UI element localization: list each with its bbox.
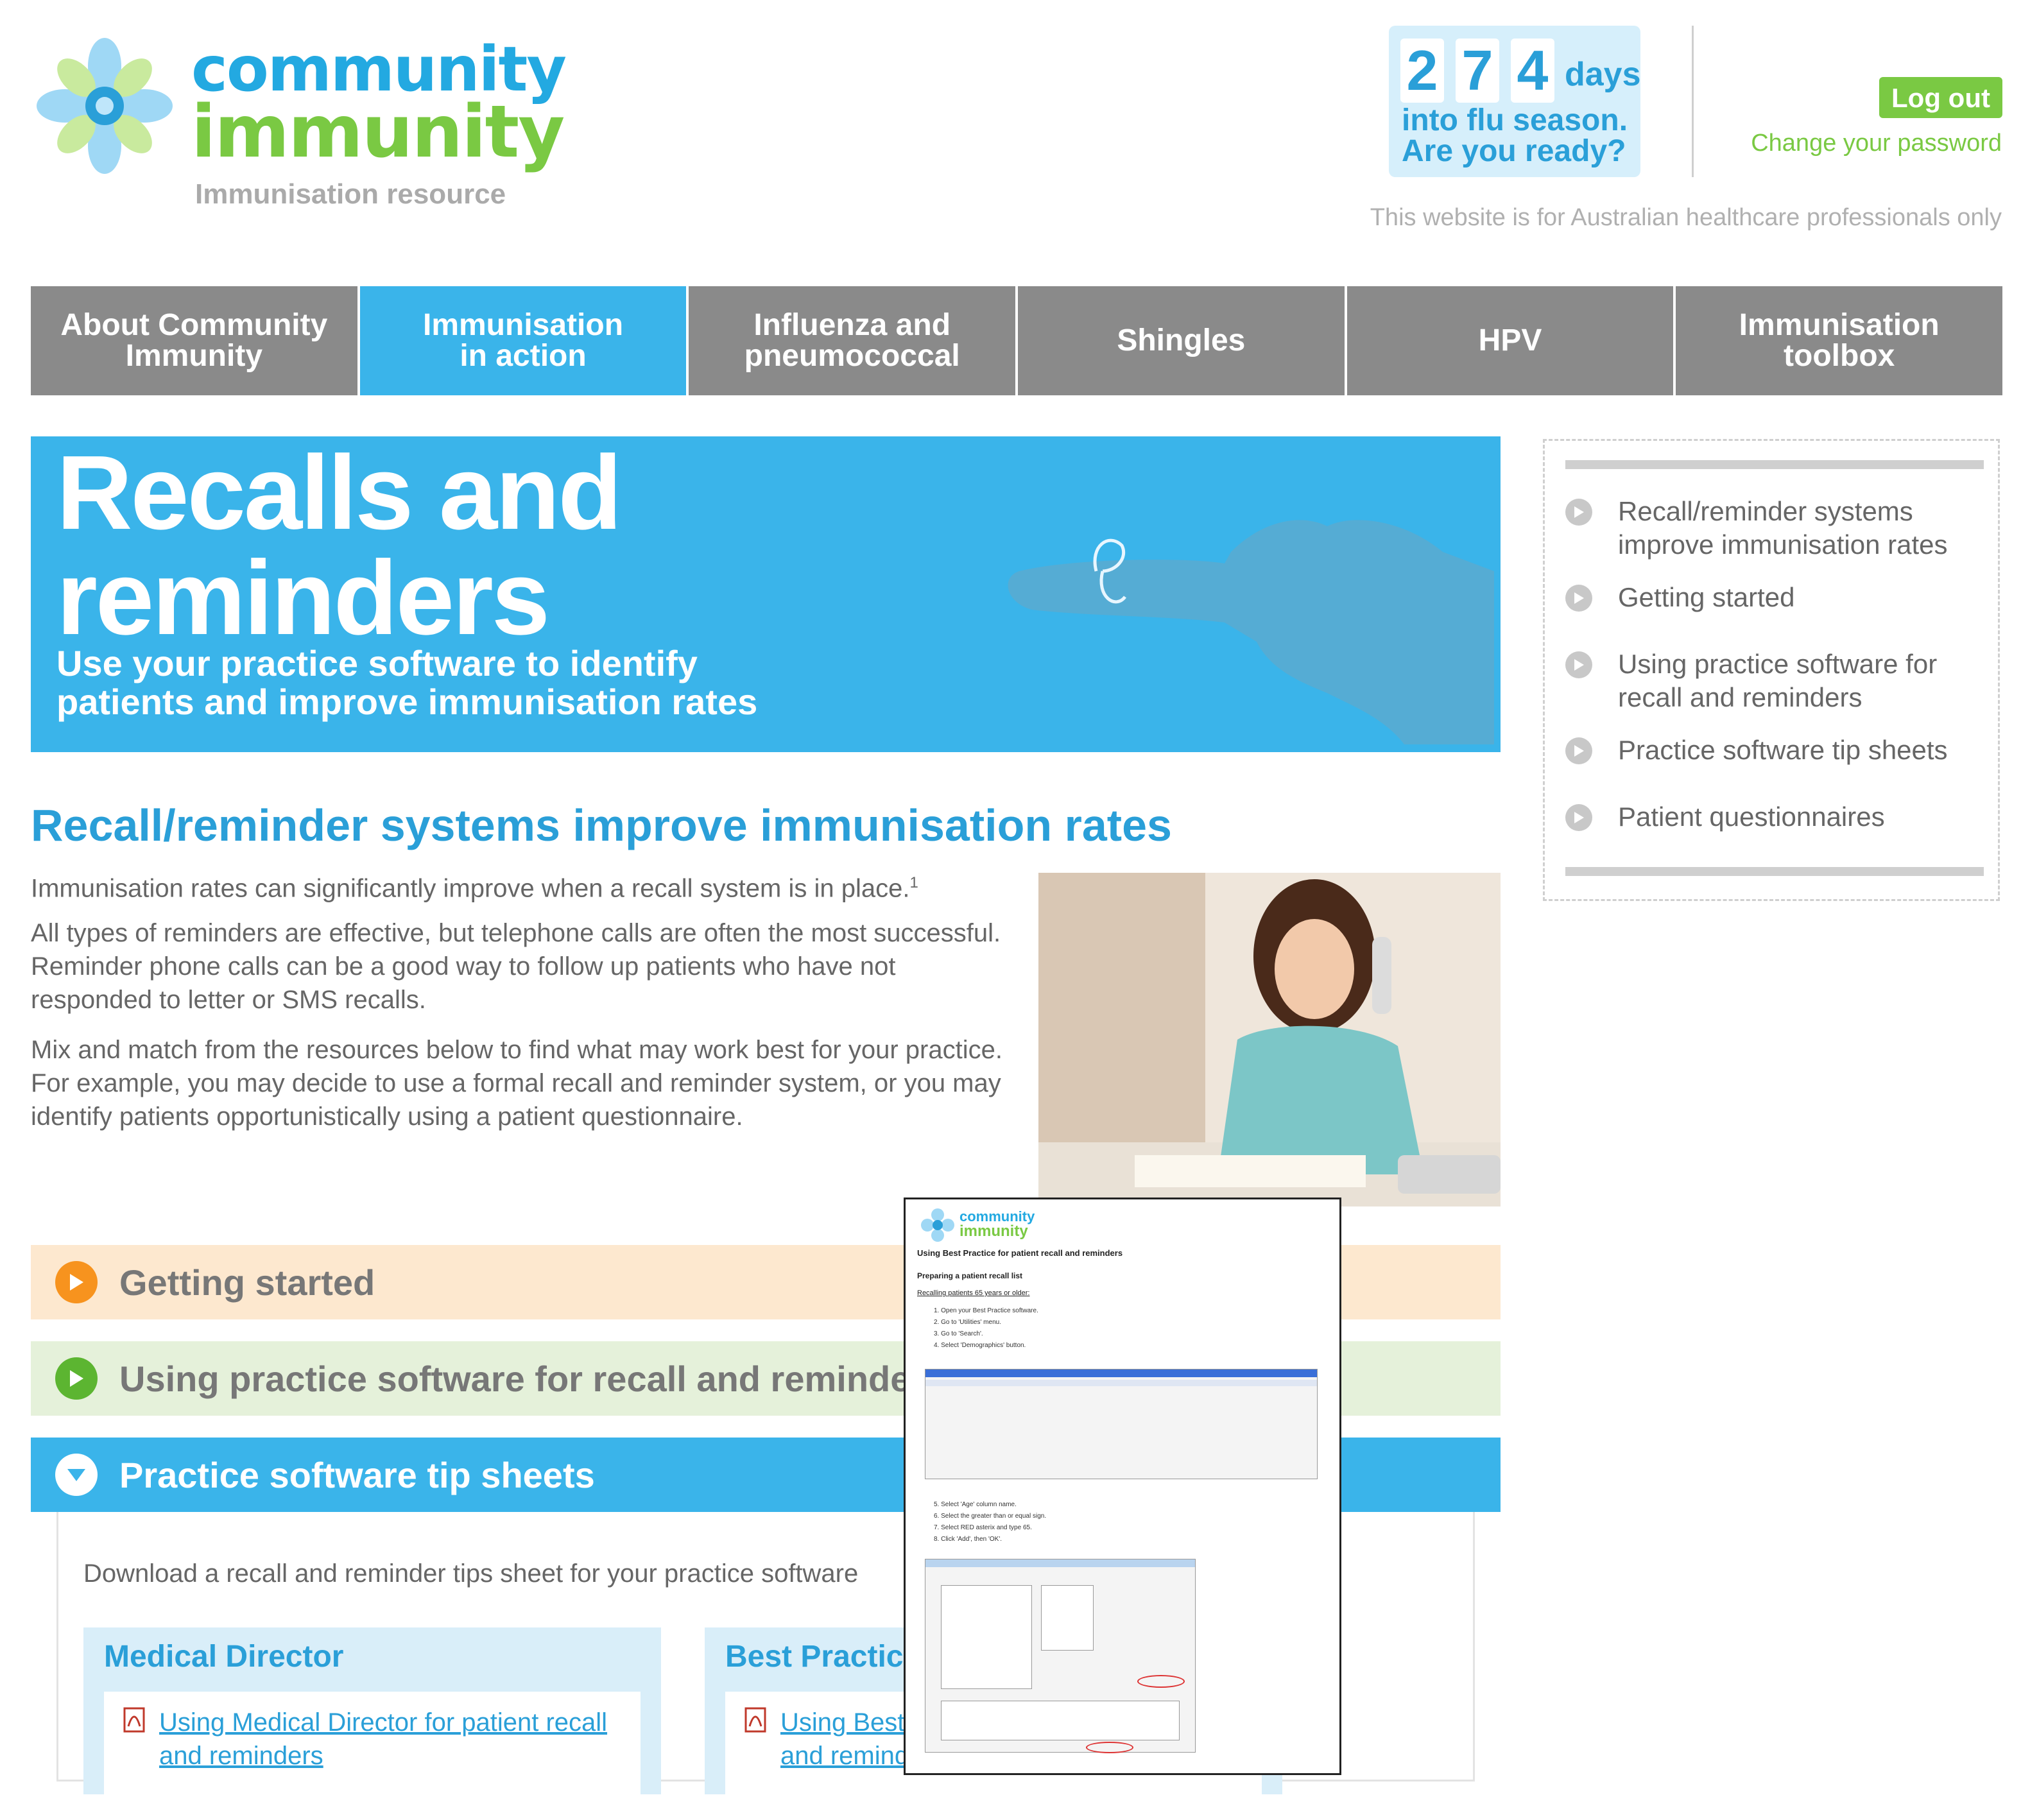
preview-step: 2. Go to 'Utilities' menu. bbox=[934, 1319, 1001, 1326]
counter-unit: days bbox=[1565, 56, 1641, 93]
preview-step: 4. Select 'Demographics' button. bbox=[934, 1342, 1026, 1349]
accordion-label: Practice software tip sheets bbox=[119, 1454, 595, 1495]
sidebar-item-practice-software[interactable]: Using practice software for recall and r… bbox=[1565, 648, 1989, 714]
pdf-icon bbox=[744, 1707, 766, 1733]
preview-subsection: Recalling patients 65 years or older: bbox=[917, 1289, 1030, 1297]
section-heading: Recall/reminder systems improve immunisa… bbox=[31, 800, 1172, 850]
tip-sheets-intro: Download a recall and reminder tips shee… bbox=[83, 1559, 859, 1588]
flower-logo-icon bbox=[921, 1208, 954, 1242]
play-circle-icon bbox=[1565, 804, 1592, 831]
sidebar-top-rule bbox=[1565, 460, 1984, 469]
preview-step: 6. Select the greater than or equal sign… bbox=[934, 1513, 1047, 1520]
preview-step: 1. Open your Best Practice software. bbox=[934, 1307, 1038, 1314]
pdf-icon bbox=[123, 1707, 145, 1733]
nav-hpv[interactable]: HPV bbox=[1346, 286, 1674, 395]
header-divider bbox=[1692, 26, 1694, 177]
accordion-label: Getting started bbox=[119, 1262, 375, 1303]
hero-banner: Recalls and reminders Use your practice … bbox=[31, 436, 1501, 752]
change-password-link[interactable]: Change your password bbox=[1751, 130, 2002, 157]
play-circle-icon bbox=[55, 1357, 98, 1400]
sidebar-item-label: Patient questionnaires bbox=[1618, 802, 1885, 832]
preview-step: 3. Go to 'Search'. bbox=[934, 1330, 983, 1337]
tip-sheet-link[interactable]: Using Medical Director for patient recal… bbox=[159, 1706, 621, 1773]
main-nav: About Community Immunity Immunisation in… bbox=[31, 286, 2003, 395]
sidebar-item-label: Using practice software for recall and r… bbox=[1618, 649, 1938, 712]
hand-with-string-icon bbox=[1008, 520, 1494, 744]
preview-section: Preparing a patient recall list bbox=[917, 1271, 1023, 1280]
photo-illustration bbox=[1038, 873, 1501, 1206]
preview-step: 7. Select RED asterix and type 65. bbox=[934, 1524, 1032, 1531]
counter-digit: 2 bbox=[1400, 39, 1444, 103]
flower-logo-icon bbox=[37, 38, 173, 174]
sidebar-item-getting-started[interactable]: Getting started bbox=[1565, 581, 1989, 614]
sidebar-item-label: Getting started bbox=[1618, 582, 1795, 612]
tip-box-medical-director: Medical Director Using Medical Director … bbox=[83, 1627, 661, 1820]
counter-digit: 4 bbox=[1511, 39, 1554, 103]
intro-paragraph-2: All types of reminders are effective, bu… bbox=[31, 919, 1001, 1014]
page-title: Recalls and reminders bbox=[56, 436, 623, 657]
preview-title: Using Best Practice for patient recall a… bbox=[917, 1248, 1123, 1258]
nav-immunisation-toolbox[interactable]: Immunisation toolbox bbox=[1676, 286, 2003, 395]
nav-immunisation-in-action[interactable]: Immunisation in action bbox=[359, 286, 687, 395]
nav-about[interactable]: About Community Immunity bbox=[31, 286, 357, 395]
tip-box-heading: Best Practice bbox=[725, 1640, 921, 1674]
nav-shingles[interactable]: Shingles bbox=[1018, 286, 1345, 395]
counter-line1: into flu season. bbox=[1402, 103, 1628, 137]
flu-season-counter: 2 7 4 days into flu season. Are you read… bbox=[1389, 26, 1641, 177]
counter-digit: 7 bbox=[1456, 39, 1499, 103]
intro-paragraph-1: Immunisation rates can significantly imp… bbox=[31, 866, 1032, 905]
audience-notice: This website is for Australian healthcar… bbox=[1370, 204, 2002, 231]
sidebar-item-tip-sheets[interactable]: Practice software tip sheets bbox=[1565, 734, 1989, 767]
sidebar-item-label: Practice software tip sheets bbox=[1618, 735, 1948, 765]
play-circle-icon bbox=[55, 1261, 98, 1303]
tip-box-heading: Medical Director bbox=[104, 1640, 344, 1674]
intro-paragraph-1-text: Immunisation rates can significantly imp… bbox=[31, 874, 910, 903]
logout-button[interactable]: Log out bbox=[1879, 77, 2002, 118]
preview-dialog-screenshot bbox=[925, 1559, 1196, 1753]
nav-influenza-pneumococcal[interactable]: Influenza and pneumococcal bbox=[689, 286, 1016, 395]
play-circle-icon bbox=[1565, 651, 1592, 678]
site-logo[interactable]: community immunity Immunisation resource bbox=[31, 26, 570, 218]
nurse-on-phone-photo bbox=[1038, 873, 1501, 1206]
intro-paragraph-3: Mix and match from the resources below t… bbox=[31, 1036, 1002, 1131]
footnote-ref[interactable]: 1 bbox=[909, 874, 918, 891]
page-subtitle: Use your practice software to identify p… bbox=[56, 643, 758, 722]
brand-name-line2: immunity bbox=[191, 90, 565, 174]
play-circle-icon bbox=[1565, 585, 1592, 612]
accordion-label: Using practice software for recall and r… bbox=[119, 1358, 945, 1399]
preview-brand-line2: immunity bbox=[959, 1223, 1028, 1240]
sidebar-item-label: Recall/reminder systems improve immunisa… bbox=[1618, 496, 1948, 560]
tip-box-body: Using Medical Director for patient recal… bbox=[104, 1692, 641, 1820]
chevron-down-icon bbox=[55, 1454, 98, 1496]
preview-step: 8. Click 'Add', then 'OK'. bbox=[934, 1536, 1002, 1543]
sidebar-bottom-rule bbox=[1565, 867, 1984, 876]
counter-line2: Are you ready? bbox=[1402, 134, 1626, 168]
section-sidebar: Recall/reminder systems improve immunisa… bbox=[1543, 439, 2000, 901]
play-circle-icon bbox=[1565, 499, 1592, 526]
sidebar-item-recall-systems[interactable]: Recall/reminder systems improve immunisa… bbox=[1565, 495, 1989, 562]
play-circle-icon bbox=[1565, 737, 1592, 764]
brand-tagline: Immunisation resource bbox=[195, 178, 506, 210]
preview-screenshot bbox=[925, 1369, 1318, 1479]
tip-sheet-preview-popup[interactable]: community immunity Using Best Practice f… bbox=[904, 1198, 1341, 1775]
preview-step: 5. Select 'Age' column name. bbox=[934, 1501, 1017, 1508]
sidebar-item-questionnaires[interactable]: Patient questionnaires bbox=[1565, 800, 1989, 834]
